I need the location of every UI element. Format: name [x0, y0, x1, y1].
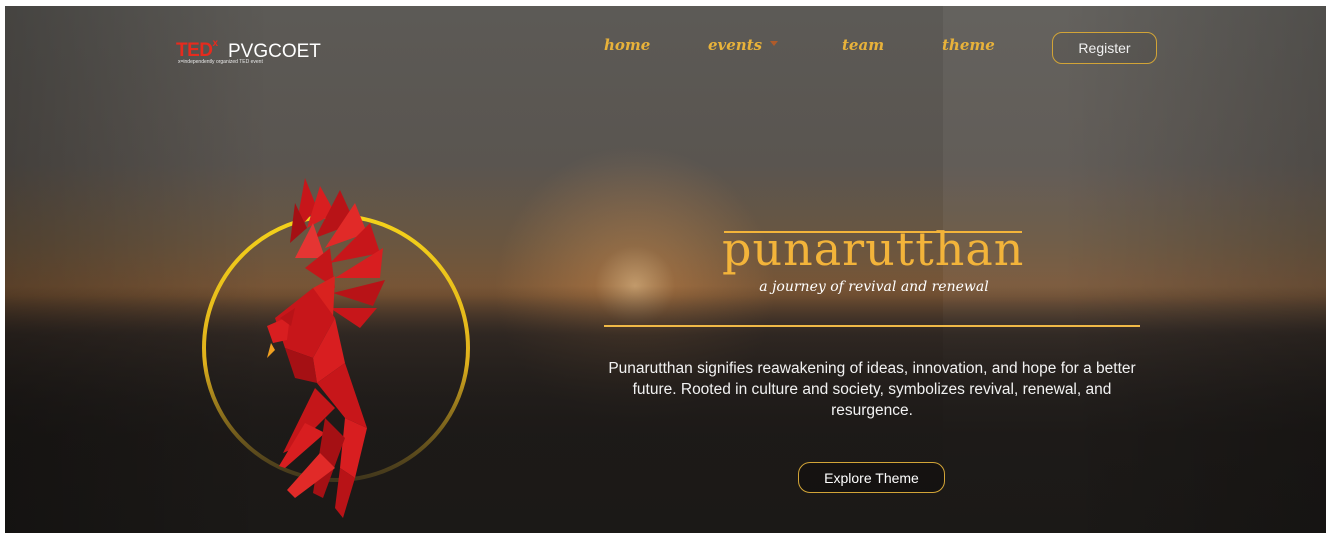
phoenix-bird: [267, 178, 385, 518]
hero-description: Punarutthan signifies reawakening of ide…: [608, 360, 1136, 419]
chevron-down-icon: [770, 41, 779, 46]
hero-subtitle: a journey of revival and renewal: [759, 279, 989, 295]
logo-tagline: x=independently organized TED event: [178, 59, 263, 65]
register-button[interactable]: Register: [1052, 32, 1157, 64]
phoenix-illustration: [202, 178, 470, 518]
nav-home[interactable]: home: [604, 36, 650, 54]
explore-theme-button[interactable]: Explore Theme: [798, 462, 945, 493]
hero-divider: [604, 325, 1140, 327]
nav-events[interactable]: events: [708, 36, 779, 54]
hero-title: punarutthan: [722, 222, 1025, 276]
nav-team[interactable]: team: [842, 36, 884, 54]
nav-theme[interactable]: theme: [942, 36, 995, 54]
tedx-logo[interactable]: TEDx PVGCOET x=independently organized T…: [176, 38, 346, 70]
